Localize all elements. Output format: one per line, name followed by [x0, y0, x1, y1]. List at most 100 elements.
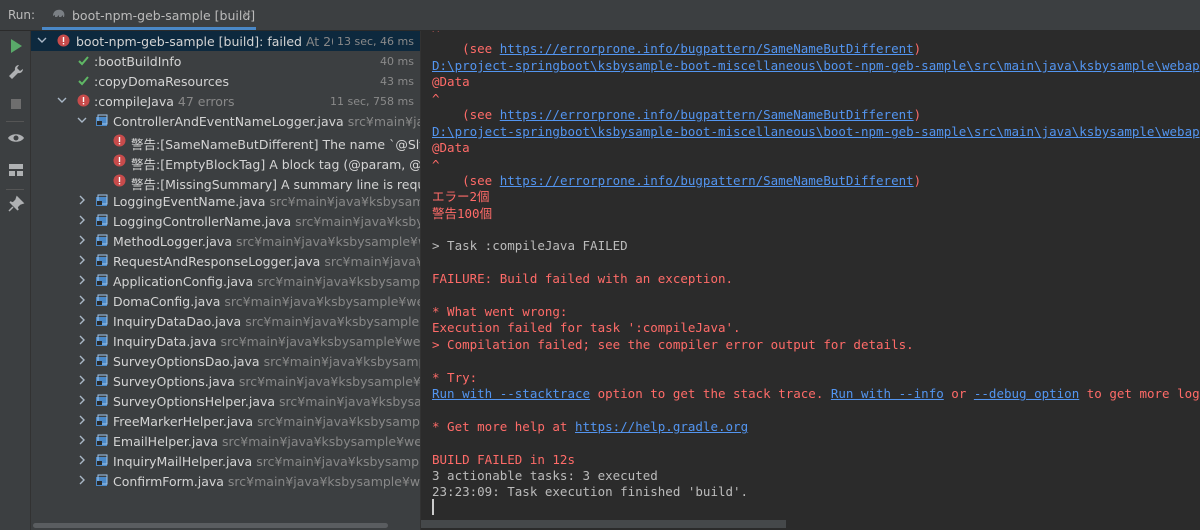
chevron-right-icon[interactable]: [77, 314, 87, 326]
source-path-link[interactable]: D:\project-springboot\ksbysample-boot-mi…: [432, 124, 1200, 140]
chevron-right-icon[interactable]: [77, 274, 87, 286]
tab-title: boot-npm-geb-sample [build]: [72, 8, 256, 23]
console-line: > Compilation failed; see the compiler e…: [432, 337, 914, 352]
tree-item-warning[interactable]: 警告:[MissingSummary] A summary line is re…: [31, 171, 420, 192]
tree-item-label: :copyDomaResources: [94, 74, 230, 89]
tree-item-file[interactable]: InquiryData.java src¥main¥java¥ksbysampl…: [31, 331, 420, 351]
errorprone-link[interactable]: https://errorprone.info/bugpattern/SameN…: [500, 173, 914, 188]
tree-item-warning[interactable]: 警告:[EmptyBlockTag] A block tag (@param, …: [31, 151, 420, 172]
tree-item-file[interactable]: ConfirmForm.java src¥main¥java¥ksbysampl…: [31, 471, 420, 491]
pin-icon[interactable]: [7, 195, 25, 213]
tab-build[interactable]: boot-npm-geb-sample [build] ×: [42, 2, 256, 30]
tree-item-file[interactable]: LoggingEventName.java src¥main¥java¥ksby…: [31, 191, 420, 211]
run-icon[interactable]: [7, 37, 25, 55]
tree-item-warning[interactable]: 警告:[SameNameButDifferent] The name `@Slf…: [31, 131, 420, 152]
console-line: (see https://errorprone.info/bugpattern/…: [432, 41, 921, 57]
tree-item-file[interactable]: InquiryMailHelper.java src¥main¥java¥ksb…: [31, 451, 420, 471]
try-text: to get more log o: [1086, 386, 1200, 401]
tree-item-file[interactable]: FreeMarkerHelper.java src¥main¥java¥ksby…: [31, 411, 420, 431]
file-name: ControllerAndEventNameLogger.java: [113, 114, 344, 129]
console-output[interactable]: ^ (see https://errorprone.info/bugpatter…: [421, 31, 1200, 530]
console-line: @Data: [432, 74, 470, 89]
errorprone-link[interactable]: https://errorprone.info/bugpattern/SameN…: [500, 41, 914, 56]
chevron-right-icon[interactable]: [77, 194, 87, 206]
chevron-right-icon[interactable]: [77, 354, 87, 366]
file-name: SurveyOptions.java: [113, 374, 235, 389]
tree-item-file[interactable]: ApplicationConfig.java src¥main¥java¥ksb…: [31, 271, 420, 291]
tree-item-compilejava[interactable]: :compileJava 47 errors 11 sec, 758 ms: [31, 91, 420, 111]
chevron-right-icon[interactable]: [77, 254, 87, 266]
scrollbar-thumb[interactable]: [33, 523, 388, 528]
tree-item-bootbuildinfo[interactable]: :bootBuildInfo 40 ms: [31, 51, 420, 71]
see-suffix: ): [913, 107, 922, 122]
wrench-icon[interactable]: [7, 63, 25, 81]
gradle-help-link[interactable]: https://help.gradle.org: [575, 419, 748, 434]
run-tool-window-header: Run: boot-npm-geb-sample [build] ×: [0, 0, 1200, 31]
see-prefix: (see: [432, 41, 500, 56]
file-path: src¥main¥java¥ksbysample¥we: [279, 394, 420, 409]
chevron-down-icon[interactable]: [57, 94, 67, 106]
chevron-down-icon[interactable]: [37, 34, 47, 46]
chevron-down-icon[interactable]: [77, 114, 87, 126]
chevron-right-icon[interactable]: [77, 374, 87, 386]
file-name: DomaConfig.java: [113, 294, 221, 309]
text-cursor: [432, 499, 434, 515]
chevron-right-icon[interactable]: [77, 474, 87, 486]
java-file-icon: [96, 114, 108, 126]
try-text: or: [943, 386, 974, 401]
tree-item-file[interactable]: InquiryDataDao.java src¥main¥java¥ksbysa…: [31, 311, 420, 331]
chevron-right-icon[interactable]: [77, 434, 87, 446]
tree-item-file[interactable]: MethodLogger.java src¥main¥java¥ksbysamp…: [31, 231, 420, 251]
close-icon[interactable]: ×: [242, 7, 252, 21]
chevron-right-icon[interactable]: [77, 334, 87, 346]
file-path: src¥main¥java¥ksbysample¥webapp¥: [238, 374, 420, 389]
file-name: InquiryMailHelper.java: [113, 454, 253, 469]
source-path-link[interactable]: D:\project-springboot\ksbysample-boot-mi…: [432, 58, 1200, 74]
try-text: option to get the stack trace.: [590, 386, 831, 401]
tree-item-file[interactable]: SurveyOptionsHelper.java src¥main¥java¥k…: [31, 391, 420, 411]
chevron-right-icon[interactable]: [77, 394, 87, 406]
run-stacktrace-link[interactable]: Run with --stacktrace: [432, 386, 590, 401]
item-duration: 11 sec, 758 ms: [330, 95, 414, 108]
console-line: * What went wrong:: [432, 304, 568, 319]
error-icon: [57, 34, 70, 47]
java-file-icon: [96, 334, 108, 346]
tree-horizontal-scrollbar[interactable]: [31, 520, 420, 530]
java-file-icon: [96, 474, 108, 486]
tree-item-file[interactable]: DomaConfig.java src¥main¥java¥ksbysample…: [31, 291, 420, 311]
layout-icon[interactable]: [7, 161, 25, 179]
tree-item-file[interactable]: EmailHelper.java src¥main¥java¥ksbysampl…: [31, 431, 420, 451]
tree-item-label: :compileJava: [94, 94, 174, 109]
debug-option-link[interactable]: --debug option: [974, 386, 1079, 401]
stop-icon[interactable]: [7, 95, 25, 113]
chevron-right-icon[interactable]: [77, 234, 87, 246]
eye-icon[interactable]: [7, 129, 25, 147]
toolbar-separator: [6, 121, 24, 122]
console-line: ^: [432, 91, 440, 106]
run-info-link[interactable]: Run with --info: [831, 386, 944, 401]
console-horizontal-scrollbar[interactable]: [421, 520, 786, 528]
error-count: 47 errors: [177, 94, 235, 109]
errorprone-link[interactable]: https://errorprone.info/bugpattern/SameN…: [500, 107, 914, 122]
java-file-icon: [96, 434, 108, 446]
file-name: InquiryData.java: [113, 334, 217, 349]
tree-item-file[interactable]: SurveyOptions.java src¥main¥java¥ksbysam…: [31, 371, 420, 391]
chevron-right-icon[interactable]: [77, 414, 87, 426]
chevron-right-icon[interactable]: [77, 214, 87, 226]
chevron-right-icon[interactable]: [77, 454, 87, 466]
tree-item-copydomaresources[interactable]: :copyDomaResources 43 ms: [31, 71, 420, 91]
console-line: Run with --stacktrace option to get the …: [432, 386, 1200, 402]
tree-item-file[interactable]: ControllerAndEventNameLogger.java src¥ma…: [31, 111, 420, 131]
java-file-icon: [96, 254, 108, 266]
tree-item-file[interactable]: RequestAndResponseLogger.java src¥main¥j…: [31, 251, 420, 271]
console-line: * Get more help at https://help.gradle.o…: [432, 419, 748, 435]
chevron-right-icon[interactable]: [77, 294, 87, 306]
console-line: (see https://errorprone.info/bugpattern/…: [432, 107, 921, 123]
file-name: SurveyOptionsDao.java: [113, 354, 260, 369]
tree-root-build[interactable]: boot-npm-geb-sample [build]: failed At 2…: [31, 31, 420, 51]
error-icon: [113, 174, 126, 187]
tree-item-file[interactable]: SurveyOptionsDao.java src¥main¥java¥ksby…: [31, 351, 420, 371]
java-file-icon: [96, 314, 108, 326]
run-label: Run:: [8, 8, 36, 22]
tree-item-file[interactable]: LoggingControllerName.java src¥main¥java…: [31, 211, 420, 231]
